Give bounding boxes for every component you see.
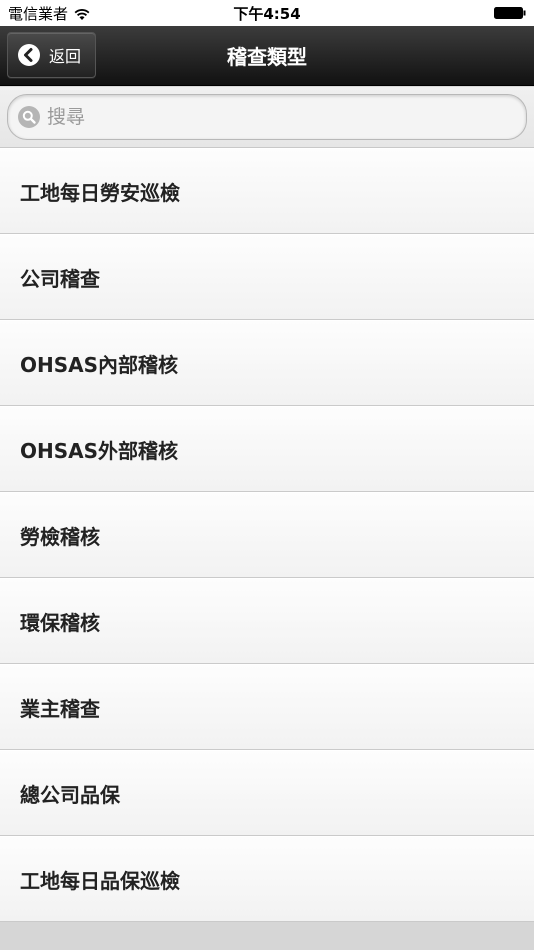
page-title: 稽查類型 bbox=[227, 45, 307, 69]
audit-type-list: 工地每日勞安巡檢 公司稽查 OHSAS內部稽核 OHSAS外部稽核 勞檢稽核 環… bbox=[0, 148, 534, 922]
search-icon bbox=[18, 106, 40, 128]
list-item-label: 公司稽查 bbox=[20, 266, 100, 291]
list-item[interactable]: 工地每日品保巡檢 bbox=[0, 836, 534, 922]
list-item-label: 業主稽查 bbox=[20, 696, 100, 721]
list-item-label: 環保稽核 bbox=[20, 610, 100, 635]
list-item[interactable]: OHSAS外部稽核 bbox=[0, 406, 534, 492]
list-item-label: 工地每日勞安巡檢 bbox=[20, 180, 180, 205]
list-item[interactable]: 業主稽查 bbox=[0, 664, 534, 750]
list-item[interactable]: 勞檢稽核 bbox=[0, 492, 534, 578]
list-item-label: 工地每日品保巡檢 bbox=[20, 868, 180, 893]
list-item[interactable]: 環保稽核 bbox=[0, 578, 534, 664]
footer-band bbox=[0, 922, 534, 950]
battery-icon bbox=[494, 7, 526, 19]
list-item-label: OHSAS外部稽核 bbox=[20, 438, 179, 463]
search-input[interactable] bbox=[47, 106, 487, 128]
search-bar bbox=[0, 87, 534, 148]
list-item-label: OHSAS內部稽核 bbox=[20, 352, 179, 377]
search-box[interactable] bbox=[7, 94, 527, 140]
status-time: 下午4:54 bbox=[233, 5, 301, 23]
list-item[interactable]: 工地每日勞安巡檢 bbox=[0, 148, 534, 234]
list-item-label: 勞檢稽核 bbox=[20, 524, 100, 549]
list-item-label: 總公司品保 bbox=[20, 782, 120, 807]
list-item[interactable]: OHSAS內部稽核 bbox=[0, 320, 534, 406]
navigation-bar: 返回 稽查類型 bbox=[0, 26, 534, 86]
status-bar: 電信業者 下午4:54 bbox=[0, 0, 534, 26]
list-item[interactable]: 總公司品保 bbox=[0, 750, 534, 836]
list-item[interactable]: 公司稽查 bbox=[0, 234, 534, 320]
